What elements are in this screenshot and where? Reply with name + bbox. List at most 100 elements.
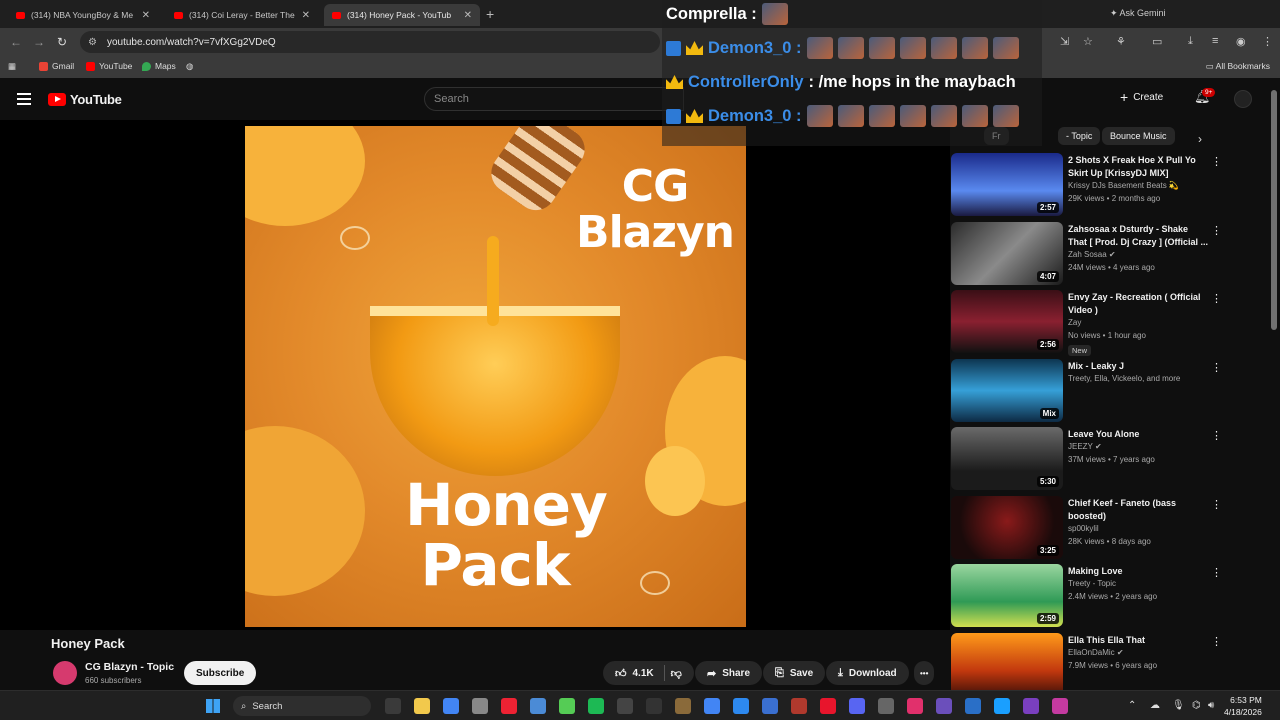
recommendation-item[interactable]: 4:07 Zahsosaa x Dsturdy - Shake That [ Pr…	[951, 221, 1231, 286]
chevron-up-icon[interactable]: ⌃	[1128, 700, 1136, 711]
volume-icon[interactable]: 🔊︎	[1208, 700, 1214, 711]
taskbar-app-icon[interactable]	[878, 698, 894, 714]
sidepanel-icon[interactable]: ▭	[1152, 35, 1162, 48]
recommendation-title[interactable]: Making Love	[1068, 565, 1208, 578]
scrollbar[interactable]	[1271, 90, 1277, 330]
taskbar-app-icon[interactable]	[443, 698, 459, 714]
taskbar-app-icon[interactable]	[675, 698, 691, 714]
taskbar-app-icon[interactable]	[791, 698, 807, 714]
more-vert-icon[interactable]: ⋮	[1211, 429, 1222, 442]
taskbar-app-icon[interactable]	[559, 698, 575, 714]
taskbar-app-icon[interactable]	[414, 698, 430, 714]
taskbar-app-icon[interactable]	[820, 698, 836, 714]
more-vert-icon[interactable]: ⋮	[1211, 292, 1222, 305]
network-icon[interactable]: ⌬	[1192, 700, 1201, 711]
save-button[interactable]: ⎘ Save	[763, 661, 826, 685]
recommendation-item[interactable]: Mix Mix - Leaky J Treety, Ella, Vickeelo, …	[951, 358, 1231, 423]
profile-icon[interactable]: ◉	[1236, 35, 1246, 48]
recommendation-item[interactable]: 2:56 Envy Zay - Recreation ( Official Vid…	[951, 290, 1231, 356]
video-thumbnail[interactable]: 3:25	[951, 495, 1063, 559]
taskbar-app-icon[interactable]	[994, 698, 1010, 714]
thumbs-down-icon[interactable]: 👎︎	[671, 667, 682, 680]
mic-icon[interactable]: 🎙︎	[1172, 700, 1185, 711]
chevron-right-icon[interactable]: ›	[1198, 132, 1202, 146]
recommendation-item[interactable]: 5:30 Leave You Alone JEEZY ✔ 37M views • 7 …	[951, 427, 1231, 491]
recommendation-channel[interactable]: JEEZY ✔	[1068, 442, 1102, 451]
recommendation-channel[interactable]: Zay	[1068, 318, 1081, 327]
new-tab-icon[interactable]: +	[486, 6, 494, 22]
channel-avatar[interactable]	[53, 661, 77, 685]
forward-icon[interactable]: →	[33, 35, 45, 49]
taskbar-app-icon[interactable]	[472, 698, 488, 714]
windows-start-icon[interactable]	[206, 699, 220, 713]
recommendation-channel[interactable]: Treety, Ella, Vickeelo, and more	[1068, 374, 1180, 383]
taskbar-app-icon[interactable]	[907, 698, 923, 714]
video-thumbnail[interactable]: 4:07	[951, 221, 1063, 285]
cloud-icon[interactable]: ☁	[1150, 700, 1160, 711]
recommendation-title[interactable]: Ella This Ella That	[1068, 634, 1208, 647]
chip-topic[interactable]: - Topic	[1058, 127, 1101, 145]
create-button[interactable]: + Create	[1120, 89, 1163, 105]
video-thumbnail[interactable]	[951, 632, 1063, 696]
tab-nba-youngboy[interactable]: (314) NBA YoungBoy & Me ✕	[8, 4, 158, 26]
back-icon[interactable]: ←	[10, 35, 22, 49]
bookmark-maps[interactable]: Maps	[142, 61, 176, 71]
taskbar-app-icon[interactable]	[936, 698, 952, 714]
more-vert-icon[interactable]: ⋮	[1211, 566, 1222, 579]
reload-icon[interactable]: ↻	[57, 35, 67, 49]
youtube-logo[interactable]: YouTube	[48, 92, 122, 107]
taskbar-search[interactable]: ⌕ Search	[233, 696, 371, 716]
recommendation-title[interactable]: Leave You Alone	[1068, 428, 1208, 441]
subscribe-button[interactable]: Subscribe	[184, 661, 257, 685]
taskbar-app-icon[interactable]	[1023, 698, 1039, 714]
channel-name[interactable]: CG Blazyn - Topic	[85, 661, 174, 673]
install-icon[interactable]: ⇲	[1060, 35, 1069, 48]
media-icon[interactable]: ≡	[1212, 35, 1218, 47]
video-thumbnail[interactable]: 2:56	[951, 290, 1063, 353]
taskbar-app-icon[interactable]	[530, 698, 546, 714]
more-vert-icon[interactable]: ⋮	[1211, 498, 1222, 511]
recommendation-channel[interactable]: sp00kylil	[1068, 524, 1099, 533]
taskbar-app-icon[interactable]	[733, 698, 749, 714]
taskbar-clock[interactable]: 6:53 PM 4/18/2026	[1224, 694, 1262, 718]
taskbar-app-icon[interactable]	[385, 698, 401, 714]
recommendation-title[interactable]: Mix - Leaky J	[1068, 360, 1208, 373]
recommendation-title[interactable]: Chief Keef - Faneto (bass boosted)	[1068, 497, 1208, 523]
taskbar-app-icon[interactable]	[704, 698, 720, 714]
apps-icon[interactable]: ▦	[8, 61, 16, 72]
recommendation-channel[interactable]: Krissy DJs Basement Beats 💫	[1068, 181, 1179, 190]
tab-honey-pack[interactable]: (314) Honey Pack - YouTub ✕	[324, 4, 480, 26]
taskbar-app-icon[interactable]	[1052, 698, 1068, 714]
search-input[interactable]: Search	[424, 87, 684, 111]
account-avatar[interactable]	[1234, 90, 1252, 108]
more-vert-icon[interactable]: ⋮	[1211, 635, 1222, 648]
close-tab-icon[interactable]: ✕	[142, 10, 150, 21]
close-tab-icon[interactable]: ✕	[464, 10, 472, 21]
bookmark-youtube[interactable]: YouTube	[86, 61, 132, 71]
chrome-menu-icon[interactable]: ⋮	[1262, 35, 1273, 48]
site-info-icon[interactable]: ⚙	[88, 37, 97, 48]
download-button[interactable]: ⤓ Download	[826, 661, 909, 685]
recommendation-channel[interactable]: EllaOnDaMic ✔	[1068, 648, 1124, 657]
address-bar[interactable]: ⚙ youtube.com/watch?v=7vfXGg2VDeQ	[80, 31, 660, 53]
menu-icon[interactable]	[17, 93, 31, 105]
more-vert-icon[interactable]: ⋮	[1211, 361, 1222, 374]
globe-icon[interactable]: ◍	[186, 61, 193, 72]
video-player[interactable]: CG Blazyn Honey Pack	[0, 120, 950, 630]
video-thumbnail[interactable]: Mix	[951, 358, 1063, 422]
close-tab-icon[interactable]: ✕	[302, 10, 310, 21]
video-thumbnail[interactable]: 2:59	[951, 564, 1063, 627]
video-thumbnail[interactable]: 2:57	[951, 153, 1063, 216]
recommendation-item[interactable]: 2:59 Making Love Treety - Topic 2.4M views …	[951, 564, 1231, 628]
recommendation-title[interactable]: Envy Zay - Recreation ( Official Video )	[1068, 291, 1208, 317]
recommendation-title[interactable]: Zahsosaa x Dsturdy - Shake That [ Prod. …	[1068, 223, 1208, 249]
ask-gemini-button[interactable]: ✦ Ask Gemini	[1110, 8, 1166, 19]
video-thumbnail[interactable]: 5:30	[951, 427, 1063, 490]
all-bookmarks[interactable]: ▭ All Bookmarks	[1206, 61, 1270, 72]
bookmark-star-icon[interactable]: ☆	[1083, 35, 1093, 48]
downloads-icon[interactable]: ⤓	[1188, 35, 1193, 48]
taskbar-app-icon[interactable]	[849, 698, 865, 714]
recommendation-channel[interactable]: Zah Sosaa ✔	[1068, 250, 1116, 259]
share-button[interactable]: ➦ Share	[695, 661, 763, 685]
bookmark-gmail[interactable]: Gmail	[39, 61, 74, 71]
